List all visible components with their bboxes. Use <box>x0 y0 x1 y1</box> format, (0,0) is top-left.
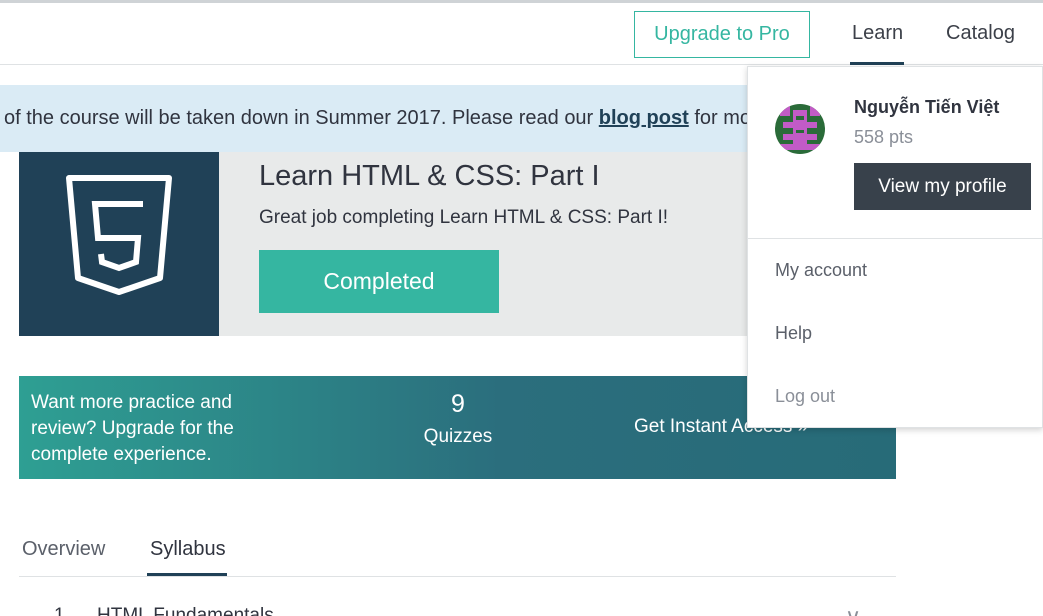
avatar-image <box>775 104 825 154</box>
tab-overview[interactable]: Overview <box>22 538 105 561</box>
syllabus-number: 1 <box>54 605 65 616</box>
quiz-count-label: Quizzes <box>423 426 493 447</box>
top-header: Upgrade to Pro Learn Catalog <box>0 3 1043 65</box>
nav-learn-link[interactable]: Learn <box>852 22 903 45</box>
html5-icon <box>66 175 172 295</box>
view-profile-button[interactable]: View my profile <box>854 163 1031 210</box>
course-subtitle: Great job completing Learn HTML & CSS: P… <box>259 207 669 228</box>
banner-text: of the course will be taken down in Summ… <box>4 107 769 130</box>
dropdown-divider <box>748 238 1042 239</box>
completed-button[interactable]: Completed <box>259 250 499 313</box>
user-dropdown-menu: Nguyễn Tiến Việt 558 pts View my profile… <box>747 66 1043 428</box>
syllabus-title: HTML Fundamentals <box>97 605 274 616</box>
nav-catalog-link[interactable]: Catalog <box>946 22 1015 45</box>
menu-item-my-account[interactable]: My account <box>775 260 867 281</box>
course-title: Learn HTML & CSS: Part I <box>259 160 600 192</box>
quiz-count: 9 <box>451 390 465 418</box>
nav-active-indicator <box>850 62 904 65</box>
menu-item-log-out[interactable]: Log out <box>775 386 835 407</box>
user-points: 558 pts <box>854 127 914 147</box>
course-tabs: Overview Syllabus <box>19 528 896 577</box>
user-name: Nguyễn Tiến Việt <box>854 97 1000 117</box>
blog-post-link[interactable]: blog post <box>599 107 689 129</box>
banner-text-before: of the course will be taken down in Summ… <box>4 107 599 129</box>
avatar[interactable] <box>775 104 825 154</box>
tab-syllabus[interactable]: Syllabus <box>150 538 226 561</box>
chevron-down-icon[interactable]: ∨ <box>845 604 861 616</box>
menu-item-help[interactable]: Help <box>775 323 812 344</box>
syllabus-row[interactable]: 1 HTML Fundamentals ∨ <box>19 596 896 616</box>
course-logo <box>19 152 219 336</box>
tab-active-indicator <box>147 573 227 576</box>
upgrade-to-pro-button[interactable]: Upgrade to Pro <box>634 11 810 58</box>
promo-text: Want more practice and review? Upgrade f… <box>31 392 234 465</box>
